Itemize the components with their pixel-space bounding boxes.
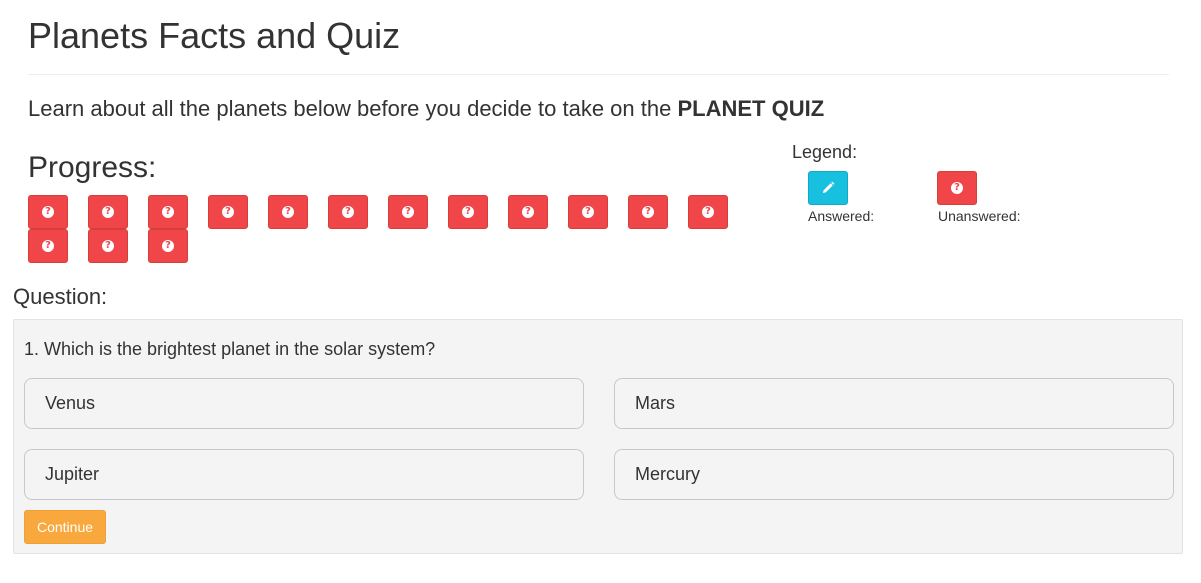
answer-option-mercury[interactable]: Mercury bbox=[614, 449, 1174, 500]
pencil-icon bbox=[823, 181, 835, 193]
question-circle-icon: ? bbox=[462, 206, 474, 218]
progress-question-button[interactable]: ? bbox=[148, 195, 188, 229]
answer-option-jupiter[interactable]: Jupiter bbox=[24, 449, 584, 500]
title-divider bbox=[28, 74, 1169, 75]
question-circle-icon: ? bbox=[582, 206, 594, 218]
progress-question-button[interactable]: ? bbox=[88, 195, 128, 229]
question-text: 1. Which is the brightest planet in the … bbox=[24, 339, 436, 359]
progress-question-button[interactable]: ? bbox=[328, 195, 368, 229]
progress-question-button[interactable]: ? bbox=[28, 229, 68, 263]
progress-question-button[interactable]: ? bbox=[208, 195, 248, 229]
question-circle-icon: ? bbox=[951, 182, 963, 194]
question-circle-icon: ? bbox=[642, 206, 654, 218]
question-circle-icon: ? bbox=[162, 240, 174, 252]
legend-answered-button bbox=[808, 171, 848, 205]
question-circle-icon: ? bbox=[342, 206, 354, 218]
question-circle-icon: ? bbox=[222, 206, 234, 218]
answer-option-venus[interactable]: Venus bbox=[24, 378, 584, 429]
page-title: Planets Facts and Quiz bbox=[28, 15, 401, 56]
question-panel: 1. Which is the brightest planet in the … bbox=[13, 319, 1183, 554]
answer-option-mars[interactable]: Mars bbox=[614, 378, 1174, 429]
progress-question-button[interactable]: ? bbox=[88, 229, 128, 263]
question-circle-icon: ? bbox=[162, 206, 174, 218]
progress-heading: Progress: bbox=[28, 151, 157, 184]
progress-question-button[interactable]: ? bbox=[688, 195, 728, 229]
progress-question-button[interactable]: ? bbox=[268, 195, 308, 229]
progress-question-button[interactable]: ? bbox=[628, 195, 668, 229]
question-circle-icon: ? bbox=[402, 206, 414, 218]
question-circle-icon: ? bbox=[282, 206, 294, 218]
continue-button[interactable]: Continue bbox=[24, 510, 106, 544]
progress-question-button[interactable]: ? bbox=[28, 195, 68, 229]
progress-question-button[interactable]: ? bbox=[148, 229, 188, 263]
legend-unanswered-label: Unanswered: bbox=[938, 208, 1021, 224]
intro-text: Learn about all the planets below before… bbox=[28, 96, 824, 122]
progress-question-button[interactable]: ? bbox=[508, 195, 548, 229]
legend-answered-label: Answered: bbox=[808, 208, 875, 224]
progress-question-button[interactable]: ? bbox=[388, 195, 428, 229]
progress-question-button[interactable]: ? bbox=[448, 195, 488, 229]
question-circle-icon: ? bbox=[702, 206, 714, 218]
progress-question-button[interactable]: ? bbox=[568, 195, 608, 229]
question-circle-icon: ? bbox=[102, 206, 114, 218]
intro-text-bold: PLANET QUIZ bbox=[677, 96, 825, 121]
question-heading: Question: bbox=[13, 284, 108, 309]
question-circle-icon: ? bbox=[102, 240, 114, 252]
intro-text-plain: Learn about all the planets below before… bbox=[28, 96, 678, 121]
legend-unanswered-button: ? bbox=[937, 171, 977, 205]
legend-title: Legend: bbox=[792, 142, 858, 162]
question-circle-icon: ? bbox=[42, 206, 54, 218]
question-circle-icon: ? bbox=[522, 206, 534, 218]
question-circle-icon: ? bbox=[42, 240, 54, 252]
